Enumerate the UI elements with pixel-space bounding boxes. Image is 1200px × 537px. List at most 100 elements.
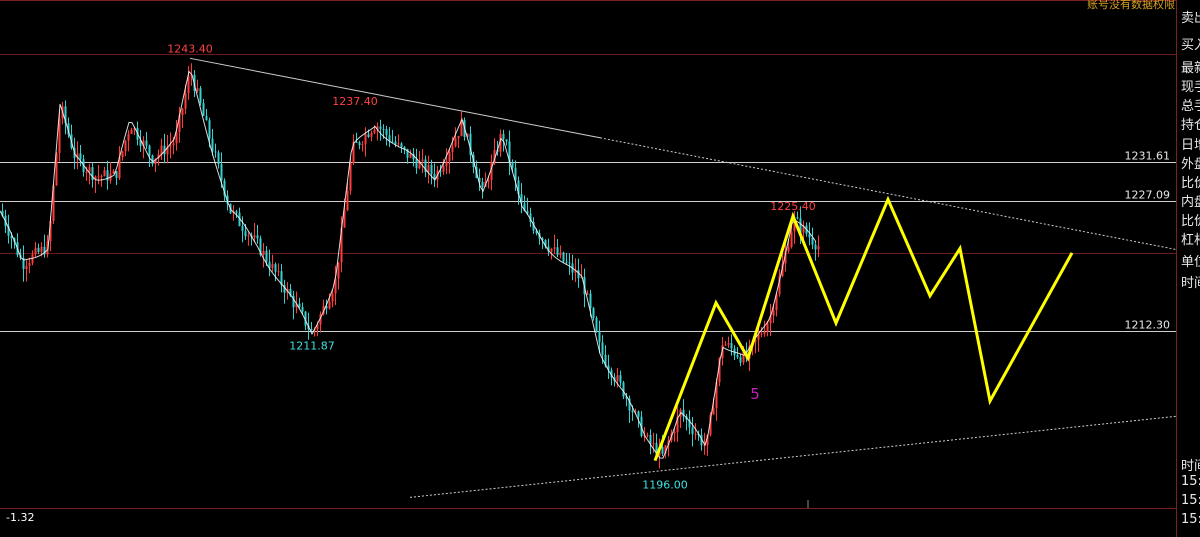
candle-body xyxy=(328,301,331,309)
moving-average-line xyxy=(0,70,817,459)
candle-body xyxy=(379,126,382,129)
candle-body xyxy=(568,262,571,264)
side-panel-item: 杠杆 xyxy=(1181,233,1200,248)
side-panel-item: 单位 xyxy=(1181,255,1200,270)
candle-body xyxy=(121,151,124,158)
candle-body xyxy=(661,447,664,454)
candle-body xyxy=(415,159,418,169)
candle-body xyxy=(349,163,352,191)
candle-body xyxy=(511,162,514,168)
candle-body xyxy=(220,164,223,181)
candle-body xyxy=(430,164,433,174)
candle-body xyxy=(127,133,130,141)
candle-body xyxy=(88,167,91,172)
candle-body xyxy=(694,433,697,435)
side-panel-item: 日增 xyxy=(1181,138,1200,153)
candle-body xyxy=(787,247,790,252)
candle-body xyxy=(214,151,217,153)
candle-body xyxy=(727,343,730,345)
candle-body xyxy=(760,333,763,335)
candle-body xyxy=(556,247,559,256)
candle-body xyxy=(454,138,457,147)
candle-body xyxy=(397,143,400,145)
wave-count-label: 5 xyxy=(750,385,760,403)
candle-body xyxy=(115,171,118,179)
candle-body xyxy=(40,246,43,252)
swing-high-label: 1243.40 xyxy=(167,42,213,55)
candle-body xyxy=(199,88,202,104)
chart-window: 1231.61 1227.09 1212.30 1243.40 1237.40 1225.… xyxy=(0,0,1200,537)
candle-body xyxy=(367,134,370,137)
candle-body xyxy=(103,170,106,177)
candle-body xyxy=(196,88,199,91)
candle-body xyxy=(355,142,358,144)
swing-low-label: 1211.87 xyxy=(289,340,335,353)
candle-body xyxy=(724,344,727,346)
side-panel-item: 15: xyxy=(1181,493,1200,508)
candle-body xyxy=(337,262,340,279)
candle-body xyxy=(766,323,769,333)
candle-body xyxy=(184,93,187,109)
side-panel-item: 时间 xyxy=(1181,276,1200,291)
candle-body xyxy=(691,427,694,435)
candle-body xyxy=(364,134,367,145)
price-chart[interactable]: 1231.61 1227.09 1212.30 1243.40 1237.40 1225.… xyxy=(0,0,1176,537)
candle-body xyxy=(148,145,151,156)
candle-body xyxy=(382,128,385,130)
candle-body xyxy=(616,375,619,381)
candle-body xyxy=(100,176,103,178)
candle-body xyxy=(97,176,100,178)
candle-body xyxy=(271,264,274,269)
candle-body xyxy=(253,235,256,238)
quote-side-panel: 卖出买入最新现手总手持仓日增外盘比价内盘比价杠杆单位时间时间15:15:15: xyxy=(1176,0,1200,537)
candle-body xyxy=(442,165,445,172)
candle-body xyxy=(637,411,640,417)
candle-body xyxy=(181,108,184,116)
candle-body xyxy=(451,146,454,153)
candle-body xyxy=(796,217,799,219)
side-panel-item: 15: xyxy=(1181,512,1200,527)
candle-body xyxy=(130,129,133,134)
candle-body xyxy=(370,132,373,137)
candle-body xyxy=(256,235,259,239)
candle-body xyxy=(241,225,244,232)
side-panel-item: 外盘 xyxy=(1181,157,1200,172)
candle-body xyxy=(145,140,148,146)
candle-body xyxy=(619,375,622,383)
candle-body xyxy=(346,190,349,211)
candle-body xyxy=(310,329,313,331)
candle-body xyxy=(427,164,430,173)
candle-body xyxy=(37,247,40,252)
candle-body xyxy=(553,247,556,249)
candle-body xyxy=(112,171,115,174)
candle-body xyxy=(331,293,334,302)
upper-trendline-extension xyxy=(599,137,1176,250)
candle-body xyxy=(589,293,592,309)
swing-low-label: 1196.00 xyxy=(642,479,688,492)
candle-body xyxy=(28,263,31,267)
candle-body xyxy=(631,410,634,413)
side-panel-item: 现手 xyxy=(1181,80,1200,95)
swing-high-label: 1237.40 xyxy=(332,95,378,108)
candle-body xyxy=(274,264,277,272)
candle-body xyxy=(217,152,220,165)
upper-trendline-solid xyxy=(189,57,601,139)
candle-body xyxy=(487,180,490,182)
candle-body xyxy=(736,355,739,358)
candle-body xyxy=(262,250,265,255)
candle-body xyxy=(598,331,601,343)
candle-body xyxy=(565,261,568,263)
candle-body xyxy=(559,252,562,256)
candle-body xyxy=(595,317,598,332)
candle-body xyxy=(649,434,652,444)
candle-body xyxy=(421,159,424,161)
side-panel-item: 时间 xyxy=(1181,459,1200,474)
candle-body xyxy=(247,235,250,237)
candle-body xyxy=(592,308,595,318)
side-panel-item: 总手 xyxy=(1181,99,1200,114)
candle-body xyxy=(409,153,412,158)
candle-body xyxy=(298,303,301,308)
side-panel-item: 内盘 xyxy=(1181,195,1200,210)
side-panel-item: 买入 xyxy=(1181,38,1200,53)
candle-body xyxy=(763,332,766,334)
